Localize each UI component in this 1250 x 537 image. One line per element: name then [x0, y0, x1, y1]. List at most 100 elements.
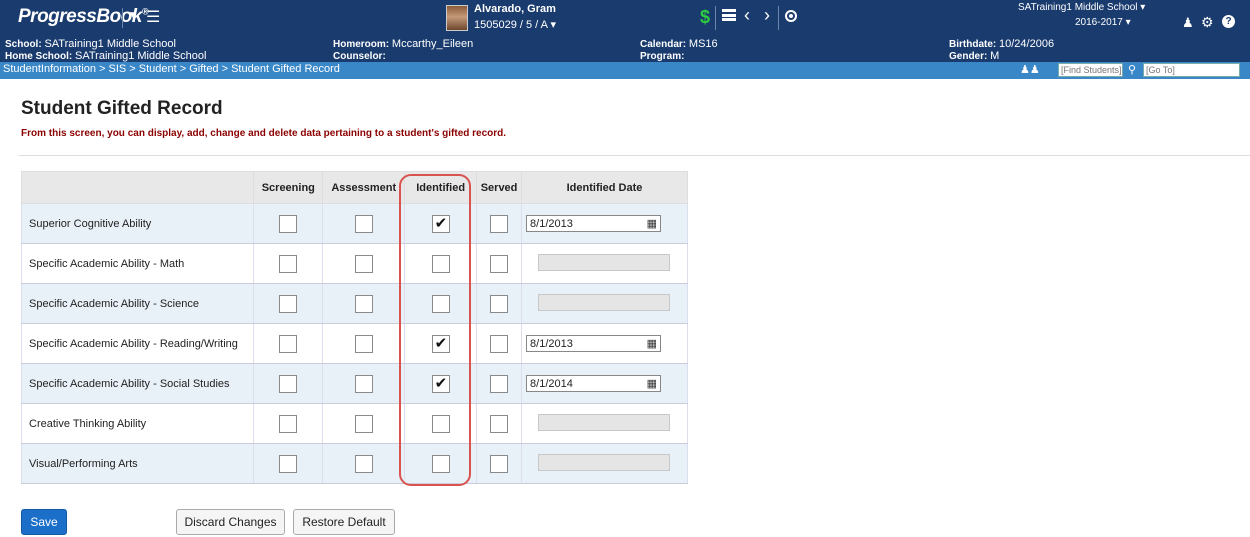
identified-date-disabled [538, 413, 671, 431]
student-id-line[interactable]: 1505029 / 5 / A ▾ [474, 18, 556, 31]
divider [715, 6, 716, 30]
homeroom-label: Homeroom: [333, 39, 390, 50]
school-selector-label: SATraining1 Middle School [1018, 2, 1138, 13]
home-school-value: SATraining1 Middle School [75, 50, 207, 62]
assessment-checkbox[interactable] [354, 214, 373, 233]
identified-date-input[interactable] [526, 375, 662, 392]
identified-date-input[interactable] [526, 215, 662, 232]
screening-cell [253, 363, 324, 404]
identified-date-cell: ▦ [521, 203, 688, 244]
user-icon[interactable]: ♟ [1182, 15, 1194, 31]
year-selector[interactable]: 2016-2017 ▾ [1075, 17, 1131, 28]
divider [19, 155, 1250, 156]
search-icon[interactable]: ⚲ [1128, 63, 1136, 76]
stop-icon[interactable] [785, 10, 797, 22]
served-checkbox[interactable] [490, 294, 509, 313]
assessment-cell [322, 203, 406, 244]
assessment-cell [322, 283, 406, 324]
screening-checkbox[interactable] [279, 214, 298, 233]
screening-checkbox[interactable] [279, 294, 298, 313]
served-checkbox[interactable] [490, 454, 509, 473]
discard-changes-button[interactable]: Discard Changes [176, 509, 285, 535]
help-icon[interactable]: ? [1222, 15, 1235, 28]
gifted-category-label: Specific Academic Ability - Math [20, 243, 255, 284]
gear-icon[interactable]: ⚙ [1201, 14, 1214, 31]
save-button[interactable]: Save [21, 509, 67, 535]
screening-cell [253, 403, 324, 444]
student-name[interactable]: Alvarado, Gram [474, 3, 556, 15]
table-row: Creative Thinking Ability [20, 403, 688, 444]
go-to-input[interactable] [1143, 63, 1240, 77]
page-description: From this screen, you can display, add, … [21, 128, 507, 139]
identified-date-cell: ▦ [521, 323, 688, 364]
screening-cell [253, 283, 324, 324]
table-header-row: Screening Assessment Identified Served I… [20, 171, 688, 204]
header-identified-date: Identified Date [521, 171, 688, 204]
screening-checkbox[interactable] [279, 414, 298, 433]
screening-checkbox[interactable] [279, 454, 298, 473]
gender-label: Gender: [949, 51, 988, 62]
identified-date-cell [521, 443, 688, 484]
gifted-category-label: Specific Academic Ability - Science [20, 283, 255, 324]
divider [778, 6, 779, 30]
assessment-checkbox[interactable] [354, 334, 373, 353]
identified-date-field: ▦ [526, 375, 662, 392]
screening-checkbox[interactable] [279, 374, 298, 393]
header-assessment: Assessment [322, 171, 406, 204]
find-students-input[interactable] [1058, 63, 1123, 77]
assessment-checkbox[interactable] [354, 454, 373, 473]
student-id-text: 1505029 / 5 / A [474, 19, 548, 31]
assessment-checkbox[interactable] [354, 414, 373, 433]
program-info: Program: [640, 50, 684, 62]
header-served: Served [476, 171, 523, 204]
assessment-cell [322, 443, 406, 484]
gifted-category-label: Specific Academic Ability - Social Studi… [20, 363, 255, 404]
menu-icon[interactable]: ☰ [146, 7, 160, 27]
school-info: School: SATraining1 Middle School [5, 38, 176, 50]
assessment-checkbox[interactable] [354, 294, 373, 313]
caret-down-icon[interactable]: ▼ [128, 10, 138, 21]
calendar-icon[interactable]: ▦ [647, 337, 657, 350]
screening-cell [253, 323, 324, 364]
served-checkbox[interactable] [490, 254, 509, 273]
assessment-cell [322, 243, 406, 284]
gender-value: M [990, 50, 1000, 62]
served-checkbox[interactable] [490, 334, 509, 353]
year-selector-label: 2016-2017 [1075, 17, 1123, 28]
served-checkbox[interactable] [490, 374, 509, 393]
chevron-right-icon[interactable]: › [764, 5, 770, 26]
top-navbar: ProgressBook® ▼ ☰ Alvarado, Gram 1505029… [0, 0, 1250, 36]
calendar-icon[interactable]: ▦ [647, 377, 657, 390]
dollar-icon[interactable]: $ [700, 7, 710, 28]
calendar-icon[interactable]: ▦ [647, 217, 657, 230]
school-label: School: [5, 39, 42, 50]
served-checkbox[interactable] [490, 414, 509, 433]
school-selector[interactable]: SATraining1 Middle School ▾ [1018, 2, 1145, 13]
home-school-label: Home School: [5, 51, 73, 62]
screening-cell [253, 203, 324, 244]
screening-checkbox[interactable] [279, 334, 298, 353]
table-row: Specific Academic Ability - Science [20, 283, 688, 324]
header-screening: Screening [253, 171, 324, 204]
identified-date-disabled [538, 253, 671, 271]
counselor-info: Counselor: [333, 50, 386, 62]
home-school-info: Home School: SATraining1 Middle School [5, 50, 206, 62]
breadcrumb[interactable]: StudentInformation > SIS > Student > Gif… [3, 63, 340, 75]
counselor-label: Counselor: [333, 51, 386, 62]
served-cell [476, 243, 523, 284]
table-row: Specific Academic Ability - Math [20, 243, 688, 284]
identified-date-input[interactable] [526, 335, 662, 352]
list-icon[interactable] [722, 9, 736, 21]
screening-checkbox[interactable] [279, 254, 298, 273]
school-caret-icon: ▾ [1140, 2, 1146, 13]
identified-date-field: ▦ [526, 335, 662, 352]
served-checkbox[interactable] [490, 214, 509, 233]
people-icon[interactable]: ♟♟ [1020, 63, 1040, 76]
table-row: Superior Cognitive Ability ▦ [20, 203, 688, 244]
assessment-checkbox[interactable] [354, 254, 373, 273]
table-row: Specific Academic Ability - Reading/Writ… [20, 323, 688, 364]
assessment-checkbox[interactable] [354, 374, 373, 393]
logo-divider [122, 8, 123, 28]
chevron-left-icon[interactable]: ‹ [744, 5, 750, 26]
restore-default-button[interactable]: Restore Default [293, 509, 395, 535]
